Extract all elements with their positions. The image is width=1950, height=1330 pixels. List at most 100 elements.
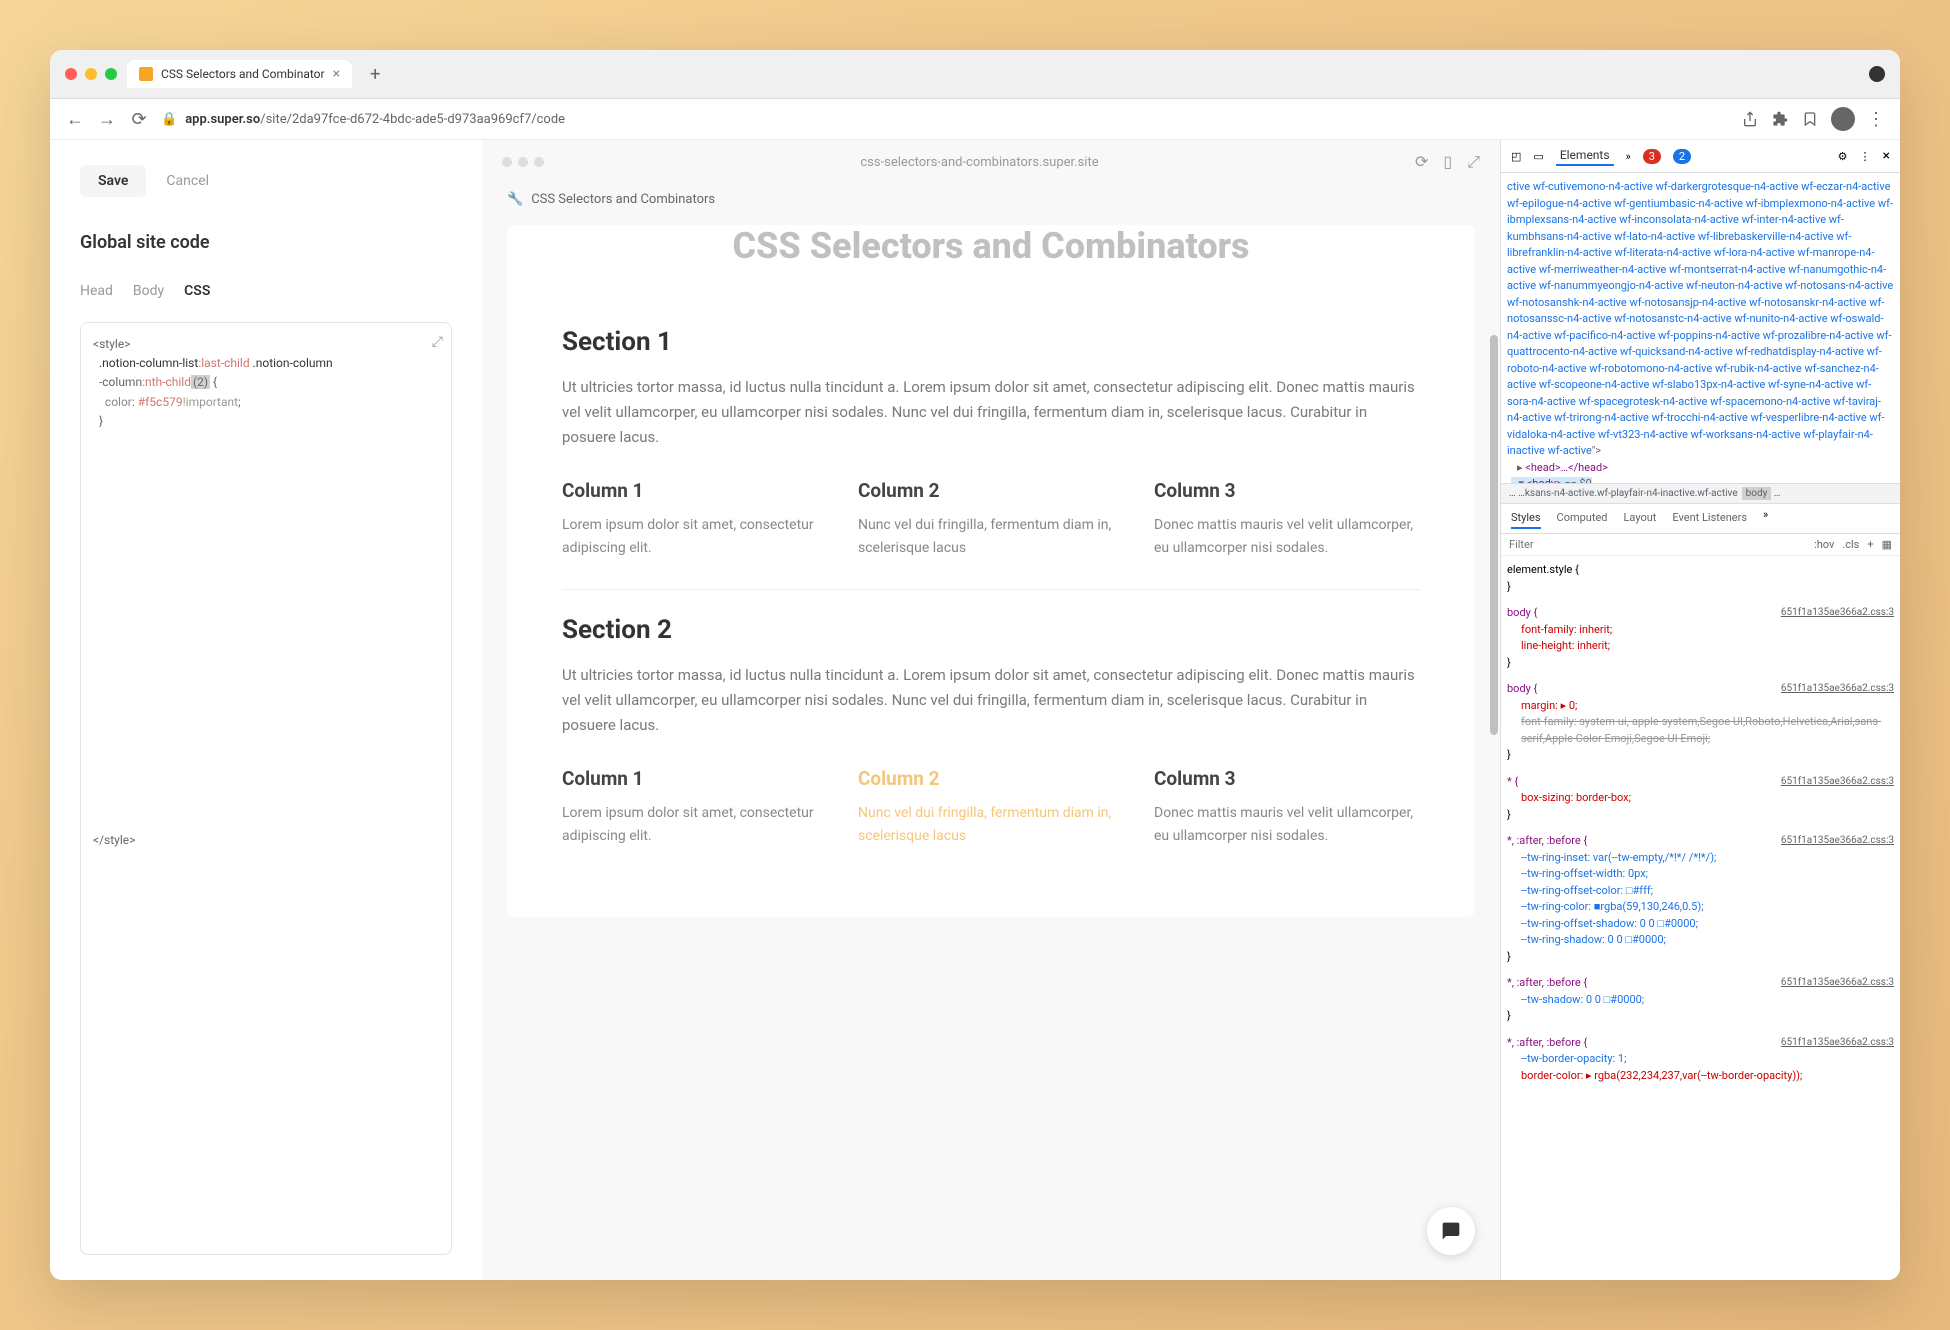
column: Column 1 Lorem ipsum dolor sit amet, con… xyxy=(562,767,828,847)
computed-tab[interactable]: Computed xyxy=(1557,508,1608,529)
preview-traffic-lights xyxy=(502,157,544,167)
maximize-window[interactable] xyxy=(105,68,117,80)
section-1-text: Ut ultricies tortor massa, id luctus nul… xyxy=(562,375,1420,449)
chat-button[interactable] xyxy=(1427,1207,1475,1255)
style-rule: 651f1a135ae366a2.css:3 *, :after, :befor… xyxy=(1507,1035,1894,1085)
save-button[interactable]: Save xyxy=(80,165,146,197)
devtools-close-icon[interactable]: × xyxy=(1883,148,1890,164)
url-field[interactable]: 🔒 app.super.so/site/2da97fce-d672-4bdc-a… xyxy=(161,112,1729,127)
column-title: Column 1 xyxy=(562,767,828,790)
page-title-cut: CSS Selectors and Combinators xyxy=(562,225,1420,267)
wrench-icon: 🔧 xyxy=(507,192,523,207)
source-link[interactable]: 651f1a135ae366a2.css:3 xyxy=(1781,605,1894,620)
expand-icon[interactable]: ⤢ xyxy=(432,331,443,353)
back-button[interactable]: ← xyxy=(65,109,85,130)
fullscreen-icon[interactable]: ⤢ xyxy=(1467,152,1480,172)
forward-button[interactable]: → xyxy=(97,109,117,130)
cancel-button[interactable]: Cancel xyxy=(166,165,209,197)
main-content: Save Cancel Global site code Head Body C… xyxy=(50,140,1900,1280)
close-window[interactable] xyxy=(65,68,77,80)
head-node[interactable]: <head>…</head> xyxy=(1525,461,1608,474)
dom-tree[interactable]: ctive wf-cutivemono-n4-active wf-darkerg… xyxy=(1501,173,1900,483)
window-control[interactable] xyxy=(1869,66,1885,82)
column: Column 3 Donec mattis mauris vel velit u… xyxy=(1154,767,1420,847)
code-line: .notion-column-list:last-child .notion-c… xyxy=(93,354,439,373)
profile-avatar[interactable] xyxy=(1831,107,1855,131)
column-text: Nunc vel dui fringilla, fermentum diam i… xyxy=(858,514,1124,559)
filter-bar: :hov .cls + ▦ xyxy=(1501,534,1900,556)
share-icon[interactable] xyxy=(1741,110,1759,128)
reload-button[interactable]: ⟳ xyxy=(129,109,149,130)
column-title: Column 2 xyxy=(858,767,1124,790)
title-bar: CSS Selectors and Combinator × + xyxy=(50,50,1900,99)
new-tab-button[interactable]: + xyxy=(362,64,388,85)
preview-body[interactable]: CSS Selectors and Combinators Section 1 … xyxy=(482,215,1500,947)
tab-css[interactable]: CSS xyxy=(184,283,210,307)
styles-pane[interactable]: element.style { } 651f1a135ae366a2.css:3… xyxy=(1501,556,1900,1100)
column-title: Column 2 xyxy=(858,479,1124,502)
code-line: } xyxy=(93,412,439,431)
style-rule: element.style { } xyxy=(1507,562,1894,595)
minimize-window[interactable] xyxy=(85,68,97,80)
bookmark-icon[interactable] xyxy=(1801,110,1819,128)
style-rule: 651f1a135ae366a2.css:3 * { box-sizing: b… xyxy=(1507,774,1894,824)
more-subtabs-icon[interactable]: » xyxy=(1763,508,1768,529)
url-text: app.super.so/site/2da97fce-d672-4bdc-ade… xyxy=(185,112,565,127)
page-content: CSS Selectors and Combinators Section 1 … xyxy=(507,225,1475,917)
style-rule: 651f1a135ae366a2.css:3 body { margin: ▸ … xyxy=(1507,681,1894,764)
more-icon[interactable]: ⋮ xyxy=(1860,150,1871,163)
code-textarea[interactable]: ⤢ <style> .notion-column-list:last-child… xyxy=(80,322,452,1255)
elements-tab[interactable]: Elements xyxy=(1556,146,1614,166)
section-2-columns: Column 1 Lorem ipsum dolor sit amet, con… xyxy=(562,767,1420,847)
close-tab-icon[interactable]: × xyxy=(333,66,340,82)
cls-toggle[interactable]: .cls xyxy=(1842,538,1859,551)
preview-header: css-selectors-and-combinators.super.site… xyxy=(482,140,1500,184)
source-link[interactable]: 651f1a135ae366a2.css:3 xyxy=(1781,681,1894,696)
editor-tabs: Head Body CSS xyxy=(80,283,452,307)
tab-favicon xyxy=(139,67,153,81)
gear-icon[interactable]: ⚙ xyxy=(1838,150,1848,163)
selector[interactable]: element.style { xyxy=(1507,562,1894,579)
hov-toggle[interactable]: :hov xyxy=(1814,538,1834,551)
source-link[interactable]: 651f1a135ae366a2.css:3 xyxy=(1781,833,1894,848)
address-bar: ← → ⟳ 🔒 app.super.so/site/2da97fce-d672-… xyxy=(50,99,1900,140)
device-icon[interactable]: ▭ xyxy=(1533,150,1543,163)
warning-badge[interactable]: 2 xyxy=(1673,149,1691,164)
panel-icon[interactable]: ▦ xyxy=(1882,538,1892,551)
style-rule: 651f1a135ae366a2.css:3 *, :after, :befor… xyxy=(1507,833,1894,965)
browser-menu[interactable]: ⋮ xyxy=(1867,109,1885,130)
html-classes: ctive wf-cutivemono-n4-active wf-darkerg… xyxy=(1507,180,1893,457)
section-1-columns: Column 1 Lorem ipsum dolor sit amet, con… xyxy=(562,479,1420,559)
column-text: Lorem ipsum dolor sit amet, consectetur … xyxy=(562,514,828,559)
style-rule: 651f1a135ae366a2.css:3 *, :after, :befor… xyxy=(1507,975,1894,1025)
styles-tab[interactable]: Styles xyxy=(1511,508,1541,529)
tab-head[interactable]: Head xyxy=(80,283,113,307)
code-editor-panel: Save Cancel Global site code Head Body C… xyxy=(50,140,482,1280)
source-link[interactable]: 651f1a135ae366a2.css:3 xyxy=(1781,1035,1894,1050)
browser-tab[interactable]: CSS Selectors and Combinator × xyxy=(127,60,352,88)
column-title: Column 3 xyxy=(1154,767,1420,790)
section-2-text: Ut ultricies tortor massa, id luctus nul… xyxy=(562,663,1420,737)
section-2-title: Section 2 xyxy=(562,615,1420,645)
event-listeners-tab[interactable]: Event Listeners xyxy=(1672,508,1747,529)
style-rule: 651f1a135ae366a2.css:3 body { font-famil… xyxy=(1507,605,1894,671)
tab-body[interactable]: Body xyxy=(133,283,164,307)
refresh-icon[interactable]: ⟳ xyxy=(1415,152,1428,172)
column-highlighted: Column 2 Nunc vel dui fringilla, ferment… xyxy=(858,767,1124,847)
source-link[interactable]: 651f1a135ae366a2.css:3 xyxy=(1781,774,1894,789)
dom-breadcrumb[interactable]: … …ksans-n4-active.wf-playfair-n4-inacti… xyxy=(1501,483,1900,504)
extensions-icon[interactable] xyxy=(1771,110,1789,128)
mobile-icon[interactable]: ▯ xyxy=(1443,152,1452,172)
more-tabs-icon[interactable]: » xyxy=(1626,150,1631,163)
inspect-icon[interactable]: ◰ xyxy=(1511,150,1521,163)
section-1-title: Section 1 xyxy=(562,327,1420,357)
add-rule-icon[interactable]: + xyxy=(1867,538,1873,551)
scrollbar[interactable] xyxy=(1490,335,1498,735)
preview-panel: css-selectors-and-combinators.super.site… xyxy=(482,140,1500,1280)
source-link[interactable]: 651f1a135ae366a2.css:3 xyxy=(1781,975,1894,990)
layout-tab[interactable]: Layout xyxy=(1624,508,1657,529)
filter-input[interactable] xyxy=(1509,538,1814,551)
column: Column 2 Nunc vel dui fringilla, ferment… xyxy=(858,479,1124,559)
error-badge[interactable]: 3 xyxy=(1643,149,1661,164)
tab-title: CSS Selectors and Combinator xyxy=(161,67,325,81)
